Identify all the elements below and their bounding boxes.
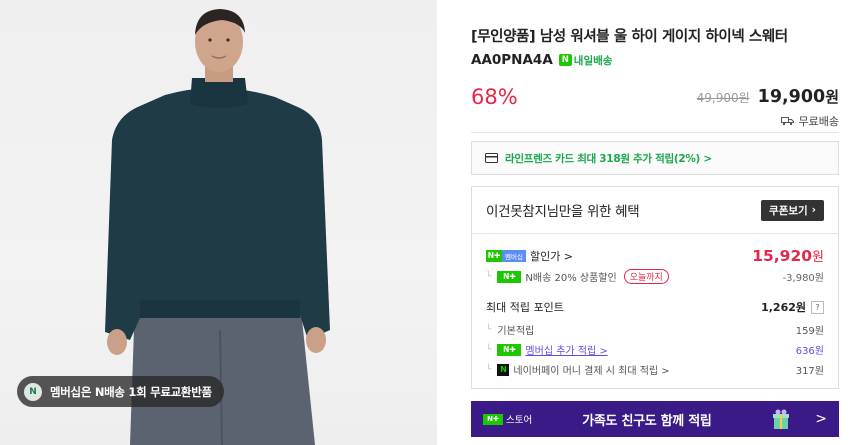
chevron-right-icon: ›: [811, 204, 816, 216]
product-page: N 멤버십은 N배송 1회 무료교환반품 [무인양품] 남성 워셔블 울 하이 …: [0, 0, 850, 445]
naver-store-tag: N✚ 스토어: [483, 412, 532, 426]
coupon-button[interactable]: 쿠폰보기 ›: [761, 199, 824, 221]
card-promo[interactable]: 라인프렌즈 카드 최대 318원 추가 적립(2%) >: [471, 141, 839, 175]
membership-points-value: 636원: [795, 346, 824, 357]
points-value: 1,262원: [761, 301, 806, 314]
n-discount-label: N배송 20% 상품할인: [525, 273, 617, 284]
credit-card-icon: [485, 153, 498, 163]
model-row: AA0PNA4A N 내일배송: [471, 52, 612, 68]
n-discount-amount: -3,980원: [782, 273, 824, 284]
sale-price-unit: 원: [812, 250, 824, 265]
naver-n-icon: N: [558, 54, 572, 66]
n-discount-row: └ N✚ N배송 20% 상품할인 오늘까지 -3,980원: [486, 269, 824, 284]
store-banner[interactable]: N✚ 스토어 가족도 친구도 함께 적립 >: [471, 401, 839, 437]
membership-points-row[interactable]: └ N✚ 멤버십 추가 적립 > 636원: [486, 342, 824, 357]
membership-icon: N: [24, 382, 42, 401]
basic-points-row: └ 기본적립 159원: [486, 322, 824, 338]
sale-price-row[interactable]: N✚ 멤버십 할인가 > 15,920원: [486, 246, 824, 265]
membership-badge[interactable]: N 멤버십은 N배송 1회 무료교환반품: [17, 376, 224, 407]
naver-plus-tag: N✚: [497, 270, 522, 283]
truck-icon: [780, 117, 794, 126]
naver-membership-tag: N✚ 멤버십: [486, 249, 526, 262]
price-row: 49,900원 19,900원: [697, 86, 839, 107]
basic-points-label: 기본적립: [497, 326, 535, 337]
points-label: 최대 적립 포인트: [486, 301, 564, 314]
store-banner-text: 가족도 친구도 함께 적립: [582, 413, 712, 429]
sale-price: 15,920원: [752, 246, 824, 265]
delivery-badge-label: 내일배송: [573, 54, 613, 67]
coupon-button-label: 쿠폰보기: [769, 204, 808, 217]
basic-points-value: 159원: [795, 326, 824, 337]
store-label: 스토어: [506, 415, 533, 426]
product-info: [무인양품] 남성 워셔블 울 하이 게이지 하이넥 스웨터 AA0PNA4A …: [471, 0, 839, 445]
current-price: 19,900원: [758, 86, 839, 107]
points-row: 최대 적립 포인트 1,262원 ?: [486, 299, 824, 315]
product-photo[interactable]: N 멤버십은 N배송 1회 무료교환반품: [0, 0, 437, 445]
card-promo-text: 라인프렌즈 카드 최대 318원 추가 적립(2%) >: [505, 152, 712, 165]
discount-rate: 68%: [471, 85, 518, 109]
tree-branch-icon: └: [486, 344, 492, 355]
benefit-title: 이건못참지님만을 위한 혜택: [486, 204, 640, 220]
membership-points-link[interactable]: 멤버십 추가 적립 >: [525, 342, 607, 357]
tree-branch-icon: └: [486, 271, 492, 282]
original-price: 49,900원: [696, 91, 750, 105]
naver-plus-tag: N✚: [497, 343, 522, 356]
model-number: AA0PNA4A: [471, 52, 553, 68]
npay-points-value: 317원: [795, 366, 824, 377]
tree-branch-icon: └: [486, 364, 492, 375]
benefit-header: 이건못참지님만을 위한 혜택 쿠폰보기 ›: [472, 187, 838, 234]
tree-branch-icon: └: [486, 324, 492, 335]
naver-plus-icon: N✚: [483, 413, 503, 425]
npay-points-row[interactable]: └ N 네이버페이 머니 결제 시 최대 적립 > 317원: [486, 362, 824, 377]
sale-price-value: 15,920: [752, 247, 813, 265]
sale-price-label: 할인가 >: [529, 249, 574, 263]
delivery-badge: N 내일배송: [558, 53, 613, 68]
help-icon[interactable]: ?: [811, 300, 824, 314]
divider: [471, 132, 839, 133]
shipping-info: 무료배송: [780, 113, 839, 129]
current-price-unit: 원: [825, 88, 839, 106]
today-only-badge: 오늘까지: [623, 269, 669, 284]
npay-points-label[interactable]: 네이버페이 머니 결제 시 최대 적립 >: [513, 362, 669, 377]
current-price-value: 19,900: [757, 87, 826, 107]
shipping-label: 무료배송: [798, 115, 839, 128]
naver-pay-icon: N: [497, 363, 510, 376]
gift-icon: [773, 409, 789, 429]
membership-badge-text: 멤버십은 N배송 1회 무료교환반품: [50, 384, 212, 399]
chevron-right-icon: >: [815, 411, 827, 427]
benefit-panel: 이건못참지님만을 위한 혜택 쿠폰보기 › N✚ 멤버십 할인가 > 15,920…: [471, 186, 839, 389]
product-title: [무인양품] 남성 워셔블 울 하이 게이지 하이넥 스웨터: [471, 29, 788, 45]
